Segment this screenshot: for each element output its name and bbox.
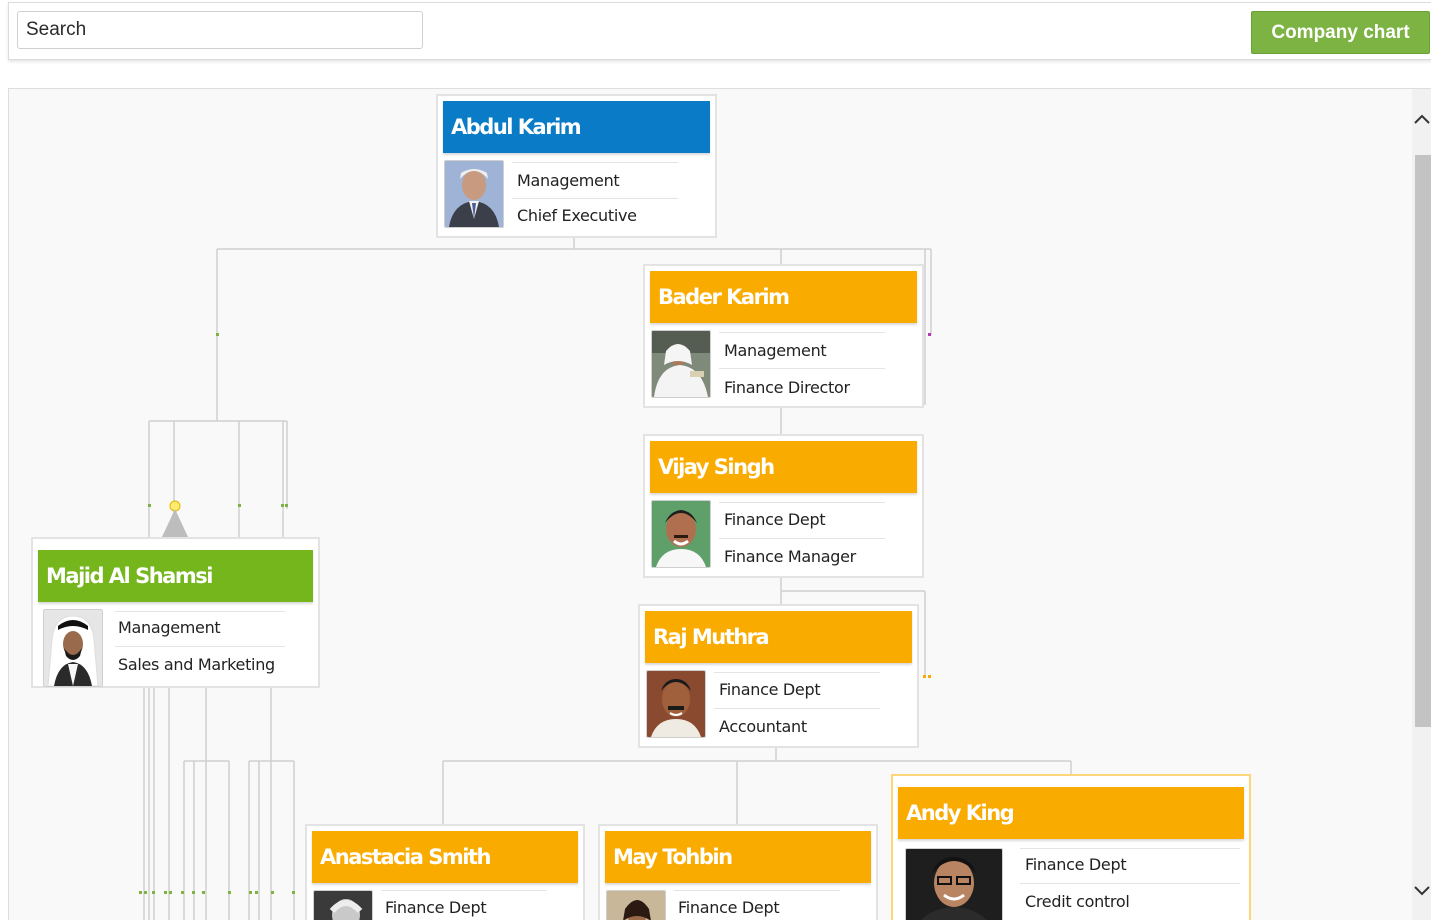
field-divider: [719, 538, 885, 539]
card-field-1: Finance Dept: [678, 898, 780, 917]
field-divider: [719, 368, 885, 369]
avatar: [43, 609, 103, 687]
org-chart-canvas[interactable]: Abdul Karim Management Chief Executive B…: [8, 88, 1431, 920]
field-divider: [1020, 848, 1240, 849]
card-field-2: Credit control: [1025, 892, 1130, 911]
org-card-vijay-singh[interactable]: Vijay Singh Finance Dept Finance Manager: [643, 434, 924, 578]
avatar: [313, 890, 373, 920]
field-divider: [719, 502, 885, 503]
avatar: [651, 330, 711, 398]
card-name: May Tohbin: [605, 831, 871, 883]
company-chart-button[interactable]: Company chart: [1251, 11, 1430, 54]
scrollbar-thumb[interactable]: [1415, 155, 1431, 727]
search-input[interactable]: [17, 11, 423, 49]
card-field-1: Management: [517, 171, 620, 190]
card-field-2: Accountant: [719, 717, 807, 736]
card-field-2: Sales and Marketing: [118, 655, 275, 674]
field-divider: [115, 611, 285, 612]
field-divider: [512, 162, 678, 163]
field-divider: [115, 646, 285, 647]
org-card-may-tohbin[interactable]: May Tohbin Finance Dept: [598, 824, 878, 920]
card-name: Vijay Singh: [650, 441, 917, 493]
field-divider: [512, 198, 678, 199]
org-card-raj-muthra[interactable]: Raj Muthra Finance Dept Accountant: [638, 604, 919, 748]
card-field-1: Management: [724, 341, 827, 360]
org-card-andy-king[interactable]: Andy King Finance Dept Credit control: [891, 774, 1251, 920]
scroll-down-icon[interactable]: [1412, 877, 1431, 905]
field-divider: [381, 890, 547, 891]
avatar: [444, 160, 504, 228]
card-name: Raj Muthra: [645, 611, 912, 663]
field-divider: [714, 708, 880, 709]
avatar: [651, 500, 711, 568]
card-field-2: Finance Manager: [724, 547, 856, 566]
org-card-bader-karim[interactable]: Bader Karim Management Finance Director: [643, 264, 924, 408]
avatar: [646, 670, 706, 738]
card-field-2: Chief Executive: [517, 206, 637, 225]
card-name: Anastacia Smith: [312, 831, 578, 883]
card-field-1: Management: [118, 618, 221, 637]
avatar: [606, 890, 666, 920]
top-toolbar: Company chart: [8, 2, 1431, 60]
field-divider: [719, 332, 885, 333]
org-card-majid-al-shamsi[interactable]: Majid Al Shamsi Management Sales and Mar…: [31, 537, 320, 688]
card-field-2: Finance Director: [724, 378, 850, 397]
vertical-scrollbar[interactable]: [1412, 89, 1431, 920]
card-field-1: Finance Dept: [724, 510, 826, 529]
card-name: Andy King: [898, 787, 1244, 839]
field-divider: [1020, 883, 1240, 884]
card-name: Abdul Karim: [443, 101, 710, 153]
scroll-up-icon[interactable]: [1412, 105, 1431, 133]
org-card-abdul-karim[interactable]: Abdul Karim Management Chief Executive: [436, 94, 717, 238]
card-field-1: Finance Dept: [1025, 855, 1127, 874]
org-card-anastacia-smith[interactable]: Anastacia Smith Finance Dept: [305, 824, 585, 920]
card-field-1: Finance Dept: [385, 898, 487, 917]
field-divider: [674, 890, 840, 891]
card-name: Bader Karim: [650, 271, 917, 323]
card-name: Majid Al Shamsi: [38, 550, 313, 602]
card-field-1: Finance Dept: [719, 680, 821, 699]
field-divider: [714, 672, 880, 673]
avatar: [905, 848, 1003, 920]
